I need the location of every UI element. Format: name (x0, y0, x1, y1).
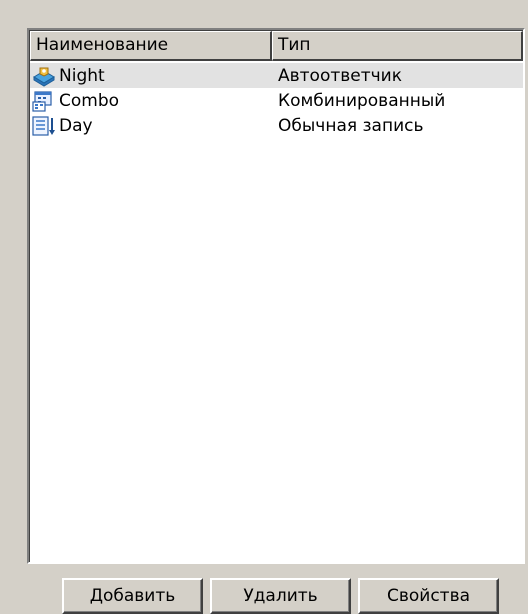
item-type: Автоответчик (278, 65, 402, 86)
regular-record-icon (32, 115, 56, 137)
column-header-type[interactable]: Тип (272, 31, 523, 61)
answering-machine-icon (32, 65, 56, 87)
item-name: Combo (59, 90, 120, 111)
item-name: Day (59, 115, 93, 136)
item-type: Обычная запись (278, 115, 424, 136)
cell-name: Day (30, 115, 272, 137)
properties-button[interactable]: Свойства (358, 578, 499, 614)
cell-name: Night (30, 65, 272, 87)
list-rows: Night Автоответчик Combo Комбинированный… (30, 63, 523, 138)
add-button[interactable]: Добавить (62, 578, 203, 614)
list-item[interactable]: Day Обычная запись (30, 113, 523, 138)
records-list[interactable]: Наименование Тип Night Автоответчик Comb… (27, 28, 525, 564)
button-bar: Добавить Удалить Свойства (0, 578, 528, 614)
list-item[interactable]: Combo Комбинированный (30, 88, 523, 113)
list-header: Наименование Тип (30, 31, 523, 61)
item-name: Night (59, 65, 105, 86)
column-header-name[interactable]: Наименование (30, 31, 272, 61)
list-item[interactable]: Night Автоответчик (30, 63, 523, 88)
combined-icon (32, 90, 56, 112)
item-type: Комбинированный (278, 90, 446, 111)
cell-name: Combo (30, 90, 272, 112)
delete-button[interactable]: Удалить (210, 578, 351, 614)
schedule-panel: Наименование Тип Night Автоответчик Comb… (0, 0, 528, 614)
